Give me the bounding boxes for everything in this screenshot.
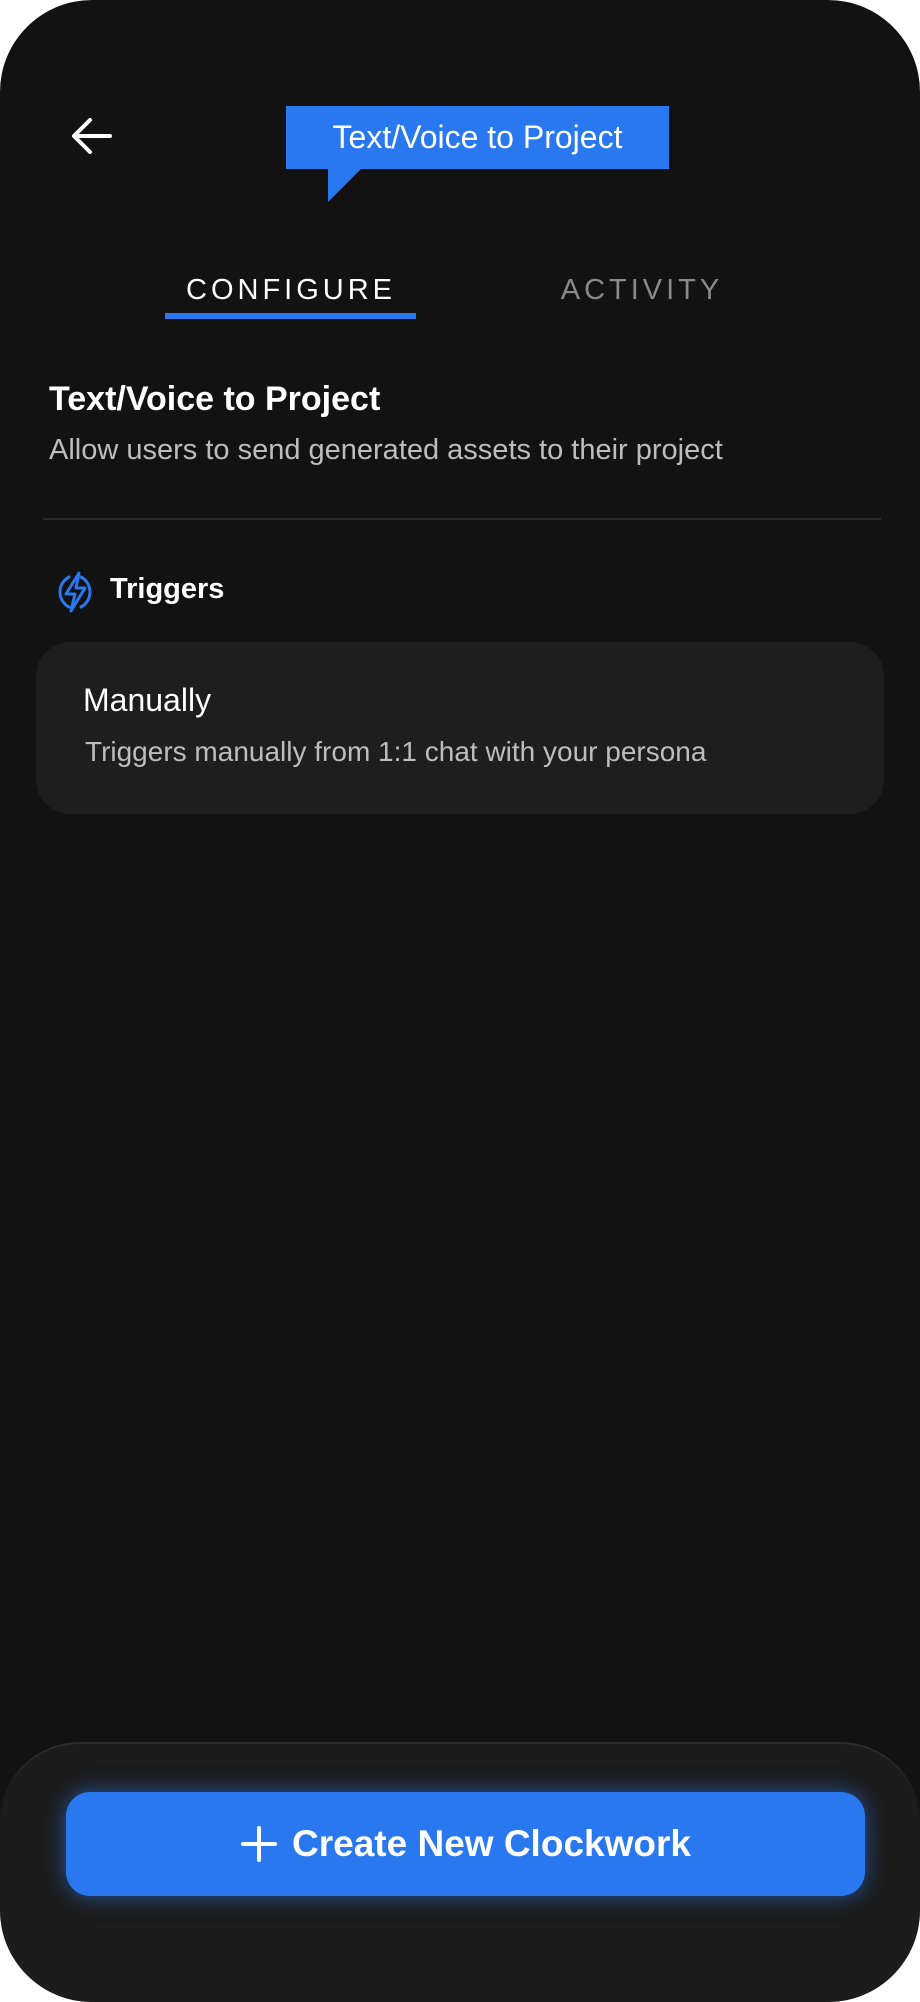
plus-icon: [241, 1826, 278, 1862]
create-new-clockwork-button[interactable]: Create New Clockwork: [66, 1792, 865, 1896]
back-button[interactable]: [66, 112, 118, 160]
trigger-card-title: Manually: [83, 682, 212, 718]
page-title: Text/Voice to Project: [49, 380, 381, 418]
active-tab-indicator: [165, 313, 416, 319]
app-screen: Text/Voice to Project CONFIGURE ACTIVITY…: [0, 0, 920, 2002]
create-button-label: Create New Clockwork: [292, 1823, 691, 1864]
arrow-left-icon: [72, 118, 112, 154]
title-tooltip-tail: [328, 168, 362, 202]
page-description: Allow users to send generated assets to …: [49, 434, 723, 466]
trigger-card-manually[interactable]: Manually Triggers manually from 1:1 chat…: [36, 642, 884, 814]
section-divider: [43, 518, 881, 520]
trigger-card-description: Triggers manually from 1:1 chat with you…: [85, 736, 707, 767]
title-tooltip: Text/Voice to Project: [286, 106, 669, 169]
triggers-section-label: Triggers: [110, 573, 225, 605]
tab-activity[interactable]: ACTIVITY: [514, 268, 770, 312]
tab-configure[interactable]: CONFIGURE: [166, 268, 416, 312]
lightning-icon: [58, 571, 92, 613]
